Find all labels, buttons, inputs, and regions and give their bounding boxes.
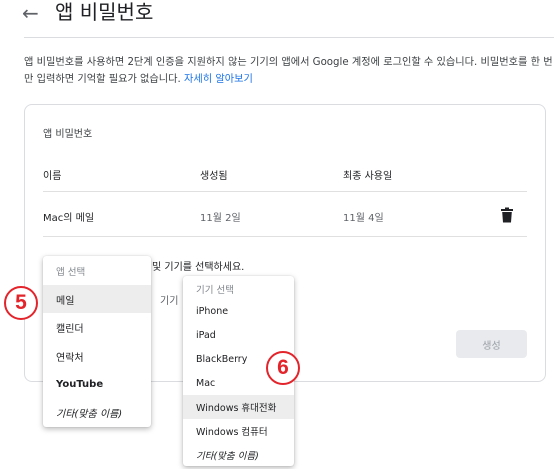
page-title: 앱 비밀번호: [55, 0, 154, 24]
trash-icon[interactable]: [500, 207, 514, 223]
description-text: 앱 비밀번호를 사용하면 2단계 인증을 지원하지 않는 기기의 앱에서 Goo…: [24, 57, 553, 85]
device-option-iphone[interactable]: iPhone: [183, 299, 294, 323]
app-select-menu: 앱 선택 메일 캘린더 연락처 YouTube 기타(맞춤 이름): [43, 256, 151, 427]
row-name: Mac의 메일: [43, 213, 95, 224]
device-option-other[interactable]: 기타(맞춤 이름): [183, 443, 294, 467]
app-option-contacts[interactable]: 연락처: [43, 342, 151, 370]
description: 앱 비밀번호를 사용하면 2단계 인증을 지원하지 않는 기기의 앱에서 Goo…: [24, 54, 554, 88]
back-arrow-icon[interactable]: ←: [22, 2, 39, 24]
column-header-created: 생성됨: [200, 171, 228, 182]
device-option-ipad[interactable]: iPad: [183, 323, 294, 347]
column-header-last-used: 최종 사용일: [343, 171, 393, 182]
row-created: 11월 2일: [200, 213, 241, 224]
table-divider: [43, 191, 527, 192]
learn-more-link[interactable]: 자세히 알아보기: [184, 74, 253, 85]
app-option-youtube[interactable]: YouTube: [43, 370, 151, 398]
device-option-windows-computer[interactable]: Windows 컴퓨터: [183, 419, 294, 443]
table-divider: [43, 236, 527, 237]
device-menu-header: 기기 선택: [196, 285, 234, 296]
step-5-callout: 5: [4, 286, 38, 320]
header-divider: [24, 37, 554, 38]
column-header-name: 이름: [43, 171, 62, 182]
select-instruction: 및 기기를 선택하세요.: [152, 262, 245, 273]
step-6-callout: 6: [266, 351, 300, 385]
row-last-used: 11월 4일: [343, 213, 384, 224]
card-title: 앱 비밀번호: [43, 129, 93, 140]
app-menu-header: 앱 선택: [56, 267, 86, 278]
device-select-label: 기기: [160, 296, 179, 307]
app-option-calendar[interactable]: 캘린더: [43, 313, 151, 341]
generate-button[interactable]: 생성: [456, 330, 527, 358]
app-option-other[interactable]: 기타(맞춤 이름): [43, 398, 151, 426]
app-option-mail[interactable]: 메일: [43, 285, 151, 313]
device-option-windows-phone[interactable]: Windows 휴대전화: [183, 395, 294, 419]
